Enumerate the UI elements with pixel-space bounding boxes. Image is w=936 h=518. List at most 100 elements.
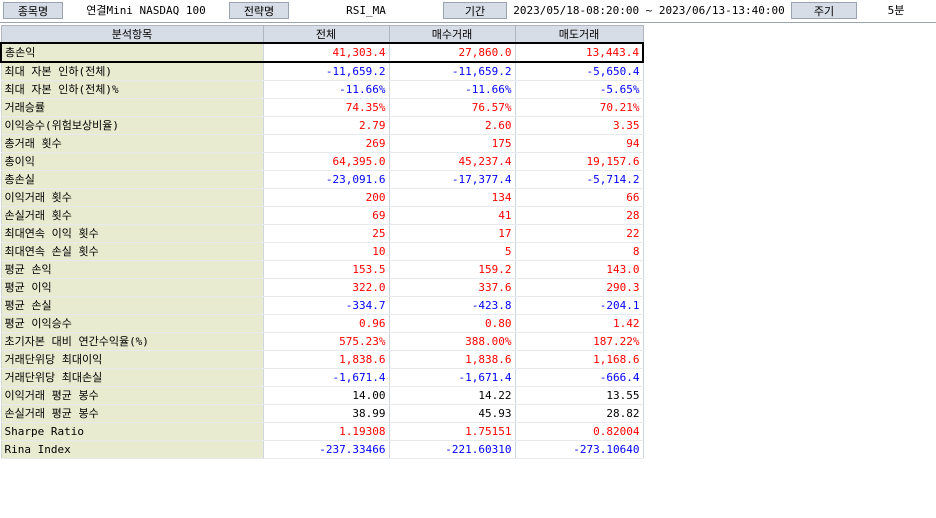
value-sell: 290.3 (514, 278, 644, 297)
table-row[interactable]: 총거래 횟수 269 175 94 (0, 134, 644, 153)
row-label: 총손실 (0, 170, 264, 189)
value-sell: 13,443.4 (514, 42, 644, 63)
value-sell: 3.35 (514, 116, 644, 135)
table-row[interactable]: 최대 자본 인하(전체) -11,659.2 -11,659.2 -5,650.4 (0, 62, 644, 81)
value-all: 575.23% (262, 332, 390, 351)
row-label: 거래승률 (0, 98, 264, 117)
value-buy: -423.8 (388, 296, 516, 315)
table-row[interactable]: 평균 손실 -334.7 -423.8 -204.1 (0, 296, 644, 315)
table-row[interactable]: 이익거래 횟수 200 134 66 (0, 188, 644, 207)
row-label: 초기자본 대비 연간수익율(%) (0, 332, 264, 351)
value-all: -334.7 (262, 296, 390, 315)
row-label: Rina Index (0, 440, 264, 459)
value-buy: 1.75151 (388, 422, 516, 441)
row-label: 최대연속 손실 횟수 (0, 242, 264, 261)
value-sell: 187.22% (514, 332, 644, 351)
row-label: 이익승수(위험보상비율) (0, 116, 264, 135)
strategy-name-value: RSI_MA (346, 4, 386, 17)
table-row[interactable]: 이익승수(위험보상비율) 2.79 2.60 3.35 (0, 116, 644, 135)
value-all: 74.35% (262, 98, 390, 117)
value-all: 1.19308 (262, 422, 390, 441)
value-buy: 5 (388, 242, 516, 261)
table-row[interactable]: 최대 자본 인하(전체)% -11.66% -11.66% -5.65% (0, 80, 644, 99)
row-label: 이익거래 평균 봉수 (0, 386, 264, 405)
value-buy: 1,838.6 (388, 350, 516, 369)
value-sell: 28 (514, 206, 644, 225)
value-buy: 76.57% (388, 98, 516, 117)
value-buy: 134 (388, 188, 516, 207)
column-header-sell[interactable]: 매도거래 (514, 25, 644, 44)
value-all: 41,303.4 (262, 42, 390, 63)
table-body: 총손익 41,303.4 27,860.0 13,443.4 최대 자본 인하(전체) -… (0, 42, 644, 459)
table-row[interactable]: 평균 이익승수 0.96 0.80 1.42 (0, 314, 644, 333)
value-buy: -221.60310 (388, 440, 516, 459)
value-all: -11,659.2 (262, 62, 390, 81)
table-row[interactable]: 손실거래 평균 봉수 38.99 45.93 28.82 (0, 404, 644, 423)
info-header-bar: 종목명 연결Mini NASDAQ 100 전략명 RSI_MA 기간 2023… (0, 0, 936, 23)
value-all: 322.0 (262, 278, 390, 297)
strategy-name-label: 전략명 (229, 2, 289, 19)
row-label: 총손익 (0, 42, 264, 63)
performance-analysis-table: 분석항목 전체 매수거래 매도거래 총손익 41,303.4 27,860.0 13,… (0, 25, 644, 459)
value-sell: -273.10640 (514, 440, 644, 459)
row-label: 최대 자본 인하(전체) (0, 62, 264, 81)
column-header-all[interactable]: 전체 (262, 25, 390, 44)
value-all: 25 (262, 224, 390, 243)
value-all: -1,671.4 (262, 368, 390, 387)
value-buy: -17,377.4 (388, 170, 516, 189)
row-label: 평균 손실 (0, 296, 264, 315)
value-all: 69 (262, 206, 390, 225)
value-sell: 28.82 (514, 404, 644, 423)
table-row[interactable]: 이익거래 평균 봉수 14.00 14.22 13.55 (0, 386, 644, 405)
value-all: 200 (262, 188, 390, 207)
row-label: 손실거래 횟수 (0, 206, 264, 225)
value-buy: 45,237.4 (388, 152, 516, 171)
value-sell: 19,157.6 (514, 152, 644, 171)
table-row[interactable]: 거래단위당 최대손실 -1,671.4 -1,671.4 -666.4 (0, 368, 644, 387)
value-all: -237.33466 (262, 440, 390, 459)
value-buy: -11,659.2 (388, 62, 516, 81)
value-sell: 143.0 (514, 260, 644, 279)
table-row[interactable]: 총손실 -23,091.6 -17,377.4 -5,714.2 (0, 170, 644, 189)
table-row[interactable]: 총손익 41,303.4 27,860.0 13,443.4 (0, 42, 644, 63)
row-label: 평균 이익 (0, 278, 264, 297)
value-sell: 1.42 (514, 314, 644, 333)
value-sell: -5.65% (514, 80, 644, 99)
value-buy: 175 (388, 134, 516, 153)
value-sell: -5,650.4 (514, 62, 644, 81)
value-all: 14.00 (262, 386, 390, 405)
value-buy: 0.80 (388, 314, 516, 333)
value-buy: 17 (388, 224, 516, 243)
column-header-item[interactable]: 분석항목 (0, 25, 264, 44)
row-label: 손실거래 평균 봉수 (0, 404, 264, 423)
row-label: 평균 손익 (0, 260, 264, 279)
table-row[interactable]: Sharpe Ratio 1.19308 1.75151 0.82004 (0, 422, 644, 441)
table-row[interactable]: Rina Index -237.33466 -221.60310 -273.10640 (0, 440, 644, 459)
table-row[interactable]: 최대연속 손실 횟수 10 5 8 (0, 242, 644, 261)
table-row[interactable]: 손실거래 횟수 69 41 28 (0, 206, 644, 225)
row-label: 거래단위당 최대손실 (0, 368, 264, 387)
table-row[interactable]: 총이익 64,395.0 45,237.4 19,157.6 (0, 152, 644, 171)
row-label: 이익거래 횟수 (0, 188, 264, 207)
table-row[interactable]: 초기자본 대비 연간수익율(%) 575.23% 388.00% 187.22% (0, 332, 644, 351)
column-header-buy[interactable]: 매수거래 (388, 25, 516, 44)
value-sell: -666.4 (514, 368, 644, 387)
value-buy: 388.00% (388, 332, 516, 351)
value-sell: 66 (514, 188, 644, 207)
table-row[interactable]: 최대연속 이익 횟수 25 17 22 (0, 224, 644, 243)
value-buy: -1,671.4 (388, 368, 516, 387)
item-name-value: 연결Mini NASDAQ 100 (86, 4, 206, 17)
cycle-value: 5분 (887, 4, 905, 17)
value-all: -23,091.6 (262, 170, 390, 189)
table-row[interactable]: 평균 이익 322.0 337.6 290.3 (0, 278, 644, 297)
period-value: 2023/05/18-08:20:00 ~ 2023/06/13-13:40:0… (513, 4, 785, 17)
table-row[interactable]: 거래승률 74.35% 76.57% 70.21% (0, 98, 644, 117)
row-label: 최대 자본 인하(전체)% (0, 80, 264, 99)
value-buy: 337.6 (388, 278, 516, 297)
table-row[interactable]: 거래단위당 최대이익 1,838.6 1,838.6 1,168.6 (0, 350, 644, 369)
table-row[interactable]: 평균 손익 153.5 159.2 143.0 (0, 260, 644, 279)
value-all: -11.66% (262, 80, 390, 99)
value-all: 269 (262, 134, 390, 153)
row-label: 거래단위당 최대이익 (0, 350, 264, 369)
row-label: 최대연속 이익 횟수 (0, 224, 264, 243)
